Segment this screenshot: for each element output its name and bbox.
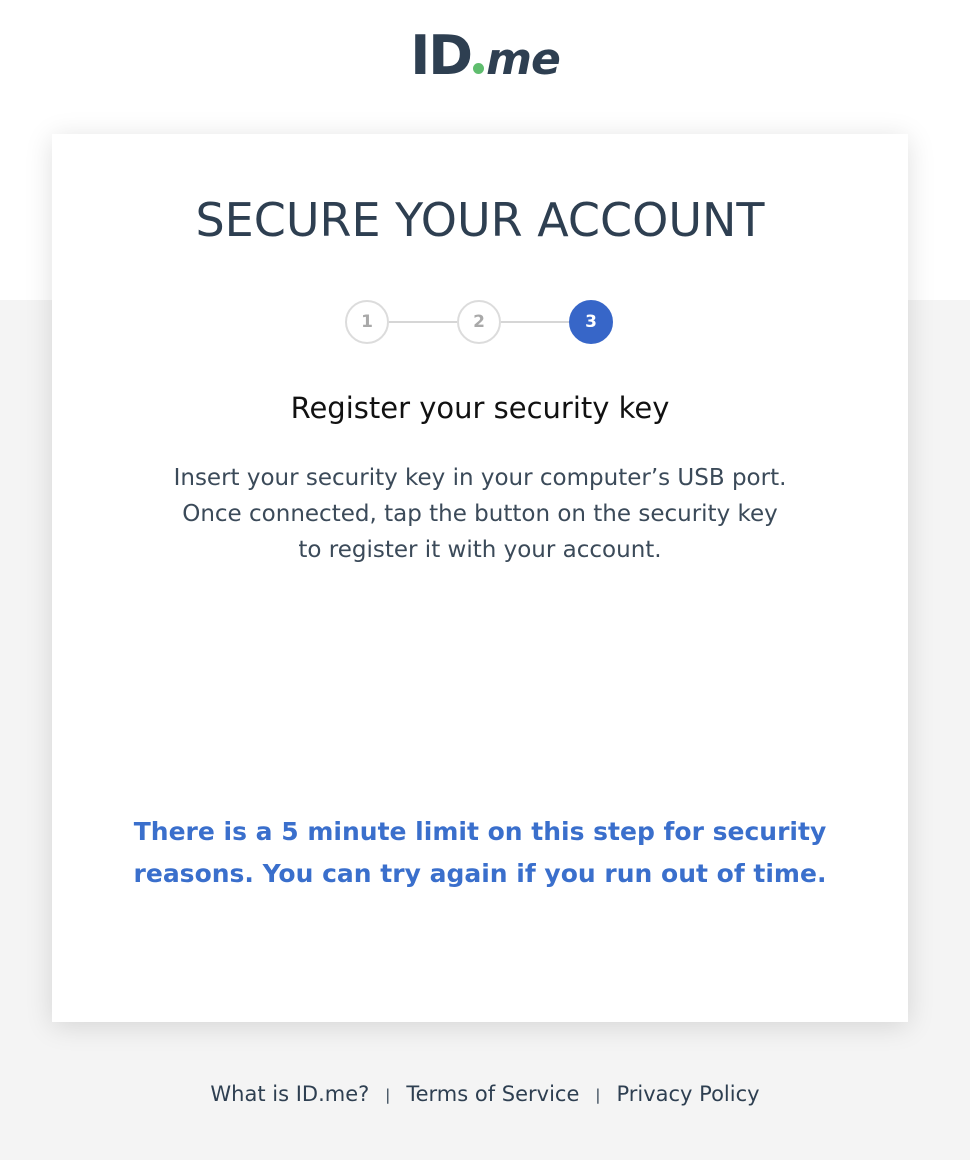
time-limit-notice: There is a 5 minute limit on this step f… <box>100 811 860 895</box>
notice-line-1: There is a 5 minute limit on this step f… <box>133 817 827 846</box>
terms-of-service-link[interactable]: Terms of Service <box>406 1082 579 1106</box>
notice-line-2: reasons. You can try again if you run ou… <box>133 859 827 888</box>
idme-logo: ID me <box>0 26 970 90</box>
step-subtitle: Register your security key <box>290 391 670 425</box>
step-3: 3 <box>569 300 613 344</box>
step-connector-2 <box>501 321 569 323</box>
logo-dot-icon <box>473 63 485 74</box>
instructions-line-3: to register it with your account. <box>298 537 662 563</box>
instructions-line-2: Once connected, tap the button on the se… <box>182 501 778 527</box>
progress-stepper: 1 2 3 <box>345 300 617 346</box>
footer-separator: | <box>385 1086 391 1104</box>
step-1: 1 <box>345 300 389 344</box>
logo-id-text: ID <box>410 24 473 87</box>
what-is-idme-link[interactable]: What is ID.me? <box>210 1082 369 1106</box>
instructions-text: Insert your security key in your compute… <box>120 460 840 568</box>
step-connector-1 <box>389 321 457 323</box>
secure-account-card: SECURE YOUR ACCOUNT 1 2 3 Register your … <box>52 134 908 1022</box>
privacy-policy-link[interactable]: Privacy Policy <box>616 1082 759 1106</box>
footer-links: What is ID.me? | Terms of Service | Privacy … <box>0 1076 970 1113</box>
instructions-line-1: Insert your security key in your compute… <box>173 465 787 491</box>
footer-separator: | <box>595 1086 601 1104</box>
page-title: SECURE YOUR ACCOUNT <box>195 193 765 247</box>
logo-me-text: me <box>486 34 561 85</box>
step-2: 2 <box>457 300 501 344</box>
